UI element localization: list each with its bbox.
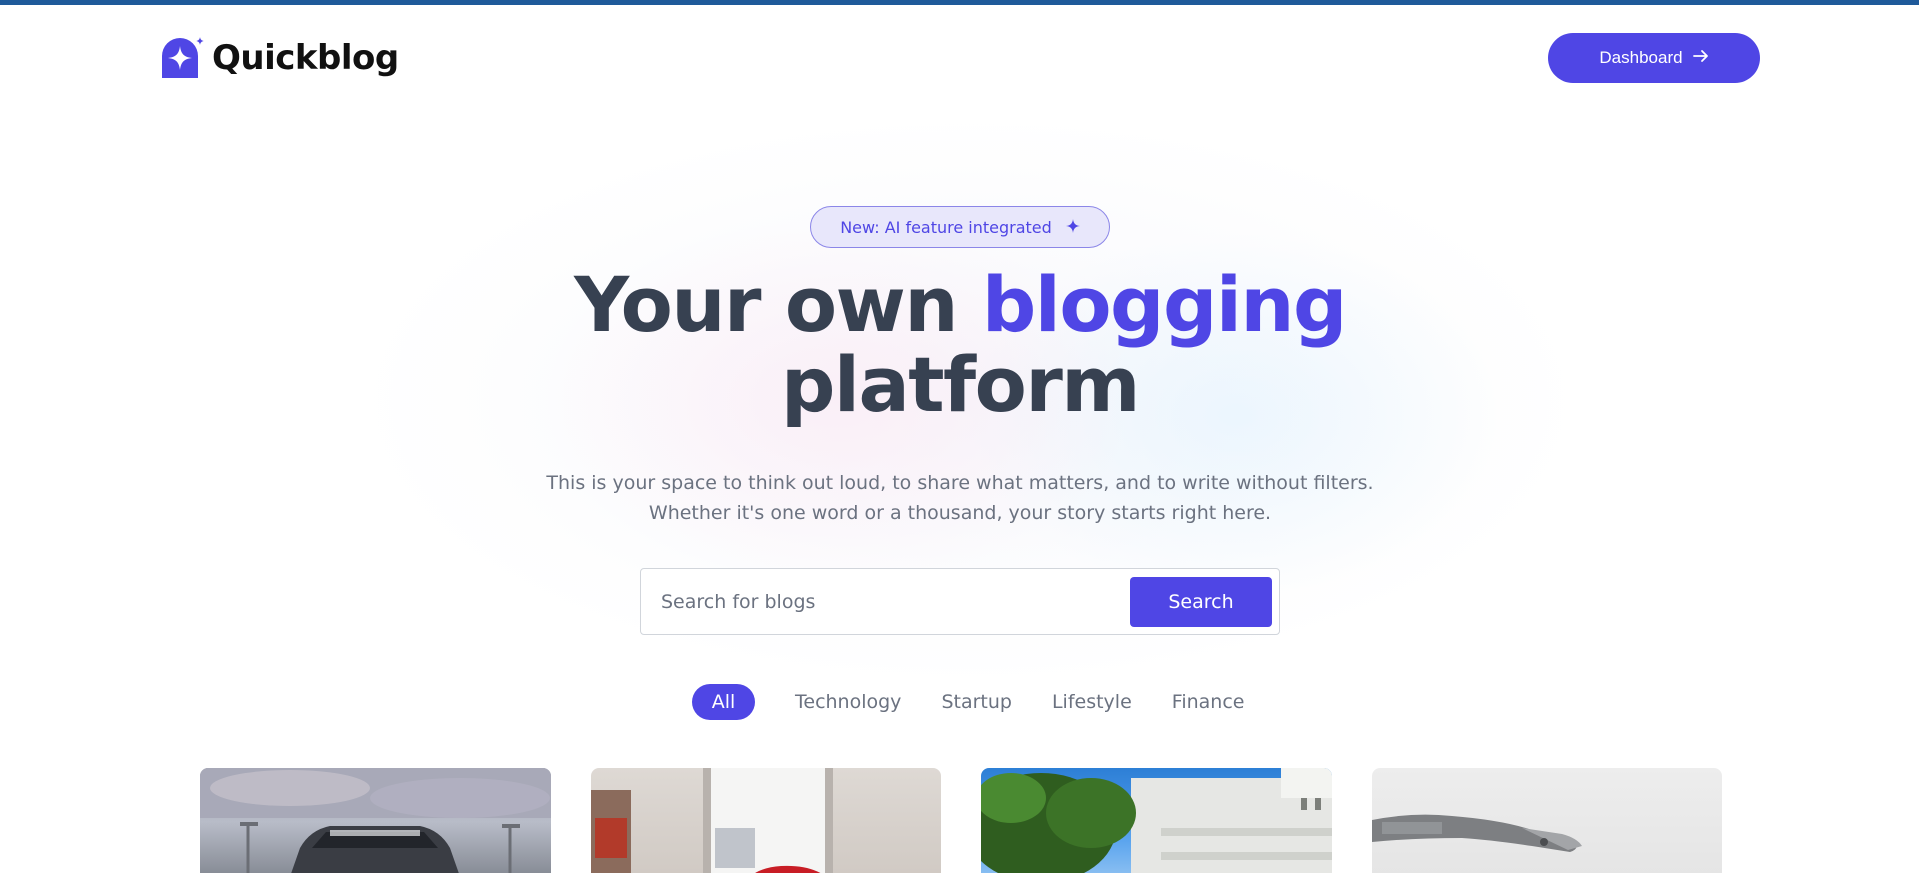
sparkle-logo-icon [160,36,204,80]
blog-card[interactable] [981,768,1332,873]
hero-title-part1: Your own [574,260,958,349]
blog-card[interactable] [200,768,551,873]
arrow-right-icon [1692,48,1709,68]
filter-technology[interactable]: Technology [795,691,901,713]
hero-title-part2: platform [780,340,1141,429]
search-button[interactable]: Search [1130,576,1272,627]
blog-card[interactable] [1371,768,1722,873]
brand-name: Quickblog [212,38,399,78]
dashboard-label: Dashboard [1599,48,1683,67]
hero-title: Your own blogging platform [460,265,1460,425]
blog-card-image [200,768,551,873]
sparkle-icon [1065,218,1080,237]
hero-subtitle: This is your space to think out loud, to… [546,472,1374,524]
logo[interactable]: Quickblog [160,36,399,80]
blog-card-image [981,768,1332,873]
blog-card[interactable] [590,768,941,873]
filter-finance[interactable]: Finance [1172,691,1245,713]
blog-card-grid [200,768,1722,873]
search-input[interactable] [661,590,1130,613]
filter-startup[interactable]: Startup [941,691,1012,713]
filter-all[interactable]: All [692,684,755,720]
filter-lifestyle[interactable]: Lifestyle [1052,691,1132,713]
category-filters: All Technology Startup Lifestyle Finance [692,684,1244,720]
search-form: Search [640,568,1280,635]
site-header: Quickblog Dashboard [160,32,1760,84]
top-accent-bar [0,0,1919,5]
dashboard-button[interactable]: Dashboard [1548,33,1760,83]
badge-text: New: AI feature integrated [840,217,1052,237]
blog-card-image [1371,768,1722,873]
feature-badge[interactable]: New: AI feature integrated [810,206,1110,248]
blog-card-image [590,768,941,873]
hero-title-accent: blogging [981,260,1348,349]
